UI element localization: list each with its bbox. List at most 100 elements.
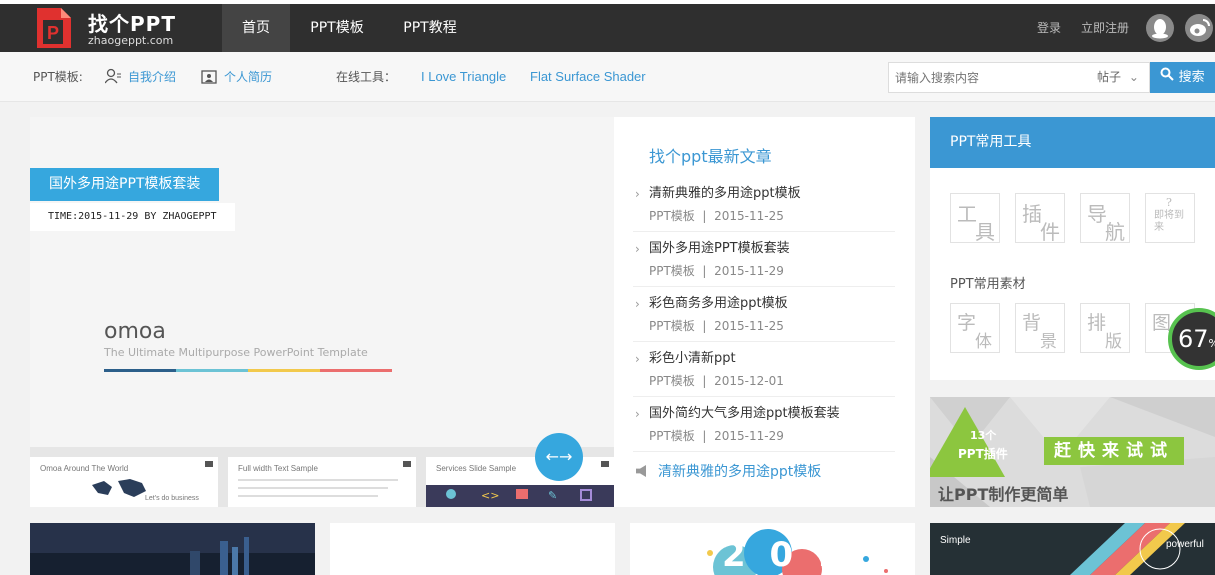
login-link[interactable]: 登录 xyxy=(1037,4,1061,52)
post-card[interactable] xyxy=(30,523,315,575)
slide-time-label: TIME:2015-11-29 BY ZHAOGEPPT xyxy=(30,203,235,231)
post-card[interactable]: 2 0 1 xyxy=(630,523,915,575)
nav-item-ppt-templates[interactable]: PPT模板 xyxy=(292,4,382,52)
user-icon xyxy=(104,52,121,102)
tile-glyph: 件 xyxy=(1040,220,1060,244)
article-item[interactable]: › 彩色小清新ppt PPT模板 | 2015-12-01 xyxy=(633,342,895,397)
sub-toolbar: PPT模板: 自我介绍 个人简历 在线工具： I Love Triangle F… xyxy=(0,52,1215,102)
qq-icon[interactable] xyxy=(1146,14,1174,42)
post-card[interactable] xyxy=(330,523,615,575)
tile-glyph: 字 xyxy=(957,312,977,334)
slide-color-bar xyxy=(104,369,392,372)
ppt-materials-label: PPT常用素材 xyxy=(950,277,1026,292)
nav-item-ppt-tutorials[interactable]: PPT教程 xyxy=(384,4,476,52)
i-love-triangle-link[interactable]: I Love Triangle xyxy=(421,52,506,102)
main-content-panel: 国外多用途PPT模板套装 TIME:2015-11-29 BY ZHAOGEPP… xyxy=(30,117,915,507)
article-item[interactable]: › 彩色商务多用途ppt模板 PPT模板 | 2015-11-25 xyxy=(633,287,895,342)
tile-glyph: ? xyxy=(1166,196,1172,209)
announcement-text[interactable]: 清新典雅的多用途ppt模板 xyxy=(658,464,821,480)
ppt-tools-title: PPT常用工具 xyxy=(930,117,1215,168)
tool-tile-navigation[interactable]: 导 航 xyxy=(1080,193,1130,244)
tile-glyph: 工 xyxy=(957,202,977,226)
tile-glyph: 排 xyxy=(1087,312,1107,334)
search-type-label: 帖子 xyxy=(1097,70,1122,84)
article-meta: PPT模板 | 2015-11-25 xyxy=(649,209,784,223)
article-item[interactable]: › 清新典雅的多用途ppt模板 PPT模板 | 2015-11-25 xyxy=(633,177,895,232)
banner-badge-number: 13个 xyxy=(970,429,997,442)
world-map-icon xyxy=(92,479,146,497)
slider-arrows-icon: ←→ xyxy=(545,447,573,466)
chevron-right-icon: › xyxy=(635,242,640,256)
post-card[interactable]: Simple powerful xyxy=(930,523,1215,575)
thumbnail-corner-icon xyxy=(205,461,213,467)
card-label-simple: Simple xyxy=(940,535,971,546)
latest-articles-title: 找个ppt最新文章 xyxy=(649,147,772,166)
code-icon: <> xyxy=(481,489,500,502)
online-tools-label: 在线工具： xyxy=(336,70,397,84)
logo-title[interactable]: 找个PPT xyxy=(88,8,176,37)
tile-glyph: 插 xyxy=(1022,202,1042,226)
material-tile-backgrounds[interactable]: 背 景 xyxy=(1015,303,1065,353)
banner-bottom-text: 让PPT制作更简单 xyxy=(938,485,1069,504)
search-input[interactable] xyxy=(889,63,1089,92)
thumbnail-caption: Let's do business xyxy=(145,495,199,502)
announcement[interactable]: 清新典雅的多用途ppt模板 xyxy=(636,461,821,481)
tool-tile-plugins[interactable]: 插 件 xyxy=(1015,193,1065,244)
speaker-icon xyxy=(636,465,646,477)
featured-slider[interactable]: 国外多用途PPT模板套装 TIME:2015-11-29 BY ZHAOGEPP… xyxy=(30,117,614,507)
article-title[interactable]: 彩色商务多用途ppt模板 xyxy=(649,292,788,311)
thumbnail-corner-icon xyxy=(403,461,411,467)
article-title[interactable]: 清新典雅的多用途ppt模板 xyxy=(649,182,801,201)
camera-icon xyxy=(516,489,528,499)
robot-icon xyxy=(446,489,456,499)
article-title[interactable]: 彩色小清新ppt xyxy=(649,347,736,366)
tile-glyph: 版 xyxy=(1105,332,1122,352)
thumbnail-title: Full width Text Sample xyxy=(238,464,318,473)
self-intro-link[interactable]: 自我介绍 xyxy=(128,52,176,102)
material-tile-fonts[interactable]: 字 体 xyxy=(950,303,1000,353)
tool-tile-tools[interactable]: 工 具 xyxy=(950,193,1000,244)
gauge-value: 67 xyxy=(1178,325,1209,353)
article-item[interactable]: › 国外简约大气多用途ppt模板套装 PPT模板 | 2015-11-29 xyxy=(633,397,895,452)
thumbnail-text-line xyxy=(238,495,378,497)
flat-surface-shader-link[interactable]: Flat Surface Shader xyxy=(530,52,646,102)
plugin-promo-banner[interactable]: 13个 PPT插件 赶快来试试 让PPT制作更简单 xyxy=(930,397,1215,507)
gauge-unit: % xyxy=(1209,337,1215,350)
slide-brand-subtitle: The Ultimate Multipurpose PowerPoint Tem… xyxy=(104,346,368,359)
tool-tile-coming-soon[interactable]: ? 即将到来 xyxy=(1145,193,1195,243)
material-tile-layout[interactable]: 排 版 xyxy=(1080,303,1130,353)
pencil-icon: ✎ xyxy=(548,489,558,502)
search-button[interactable]: 搜索 xyxy=(1150,62,1215,93)
search-type-select[interactable]: 帖子 ⌄ xyxy=(1097,63,1139,92)
chevron-right-icon: › xyxy=(635,407,640,421)
article-title[interactable]: 国外多用途PPT模板套装 xyxy=(649,237,790,256)
thumbnail-title: Omoa Around The World xyxy=(40,464,129,473)
article-meta: PPT模板 | 2015-11-29 xyxy=(649,429,784,443)
thumbnail-icon-strip: <> ✎ xyxy=(426,485,614,507)
city-night-image xyxy=(30,523,315,575)
weibo-icon[interactable] xyxy=(1185,14,1213,42)
tile-glyph: 体 xyxy=(975,332,992,352)
slide-thumbnails: Omoa Around The World Let's do business … xyxy=(30,447,614,507)
article-title[interactable]: 国外简约大气多用途ppt模板套装 xyxy=(649,402,840,421)
article-meta: PPT模板 | 2015-11-29 xyxy=(649,264,784,278)
logo-icon[interactable]: P xyxy=(33,6,75,50)
chevron-right-icon: › xyxy=(635,187,640,201)
chevron-right-icon: › xyxy=(635,352,640,366)
resume-icon xyxy=(201,52,217,102)
slide-title-tag[interactable]: 国外多用途PPT模板套装 xyxy=(30,168,220,201)
tile-glyph: 具 xyxy=(975,220,995,244)
resume-link[interactable]: 个人简历 xyxy=(224,52,272,102)
slide-thumbnail[interactable]: Services Slide Sample <> ✎ xyxy=(426,457,614,507)
article-item[interactable]: › 国外多用途PPT模板套装 PPT模板 | 2015-11-29 xyxy=(633,232,895,287)
slide-thumbnail[interactable]: Omoa Around The World Let's do business xyxy=(30,457,218,507)
card-label-powerful: powerful xyxy=(1166,539,1204,550)
slide-thumbnail[interactable]: Full width Text Sample xyxy=(228,457,416,507)
nav-item-home[interactable]: 首页 xyxy=(222,4,290,52)
banner-badge-text: PPT插件 xyxy=(958,447,1008,461)
banner-slogan: 赶快来试试 xyxy=(1044,437,1184,465)
register-link[interactable]: 立即注册 xyxy=(1081,4,1129,52)
tile-glyph: 即将到来 xyxy=(1154,210,1184,233)
article-meta: PPT模板 | 2015-12-01 xyxy=(649,374,784,388)
slider-arrows-button[interactable]: ←→ xyxy=(535,433,583,481)
